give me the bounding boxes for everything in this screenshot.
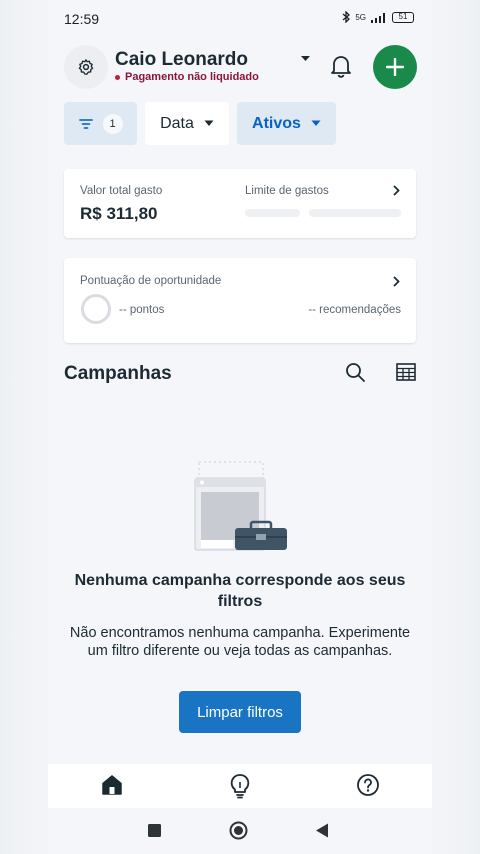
total-spent-label: Valor total gasto xyxy=(80,185,163,197)
bottom-tab-bar xyxy=(48,764,432,808)
spend-summary-card[interactable]: Valor total gasto R$ 311,80 Limite de ga… xyxy=(64,169,416,238)
recent-apps-icon[interactable] xyxy=(148,824,161,837)
chevron-right-icon xyxy=(393,276,400,287)
network-label: 5G xyxy=(355,12,366,22)
account-status-text: Pagamento não liquidado xyxy=(125,71,259,83)
status-filter-dropdown[interactable]: Ativos xyxy=(237,102,336,145)
empty-state-description: Não encontramos nenhuma campanha. Experi… xyxy=(69,625,411,659)
lightbulb-icon[interactable] xyxy=(228,773,252,799)
chevron-down-icon[interactable] xyxy=(300,55,311,63)
add-button[interactable] xyxy=(373,45,417,89)
warning-dot-icon xyxy=(115,74,120,80)
account-name[interactable]: Caio Leonardo xyxy=(115,49,248,71)
filter-icon xyxy=(78,118,93,129)
plus-icon xyxy=(386,58,404,76)
table-view-icon[interactable] xyxy=(396,363,416,381)
score-ring-icon xyxy=(81,294,111,324)
settings-button[interactable] xyxy=(64,45,108,89)
date-filter-label: Data xyxy=(160,114,194,132)
chevron-right-icon xyxy=(393,185,400,196)
total-spent-value: R$ 311,80 xyxy=(80,204,158,223)
battery-icon: 51 xyxy=(392,11,414,23)
status-time: 12:59 xyxy=(64,11,100,27)
home-icon[interactable] xyxy=(100,773,124,797)
date-filter-dropdown[interactable]: Data xyxy=(145,102,229,145)
system-navigation-bar xyxy=(48,808,432,854)
signal-icon xyxy=(371,12,385,23)
status-filter-label: Ativos xyxy=(252,114,301,132)
home-nav-icon[interactable] xyxy=(229,821,248,840)
score-recommendations: -- recomendações xyxy=(308,304,401,316)
bell-icon[interactable] xyxy=(330,54,352,78)
spend-limit-label: Limite de gastos xyxy=(245,185,329,197)
caret-down-icon xyxy=(311,120,321,126)
empty-campaigns-illustration xyxy=(194,461,287,551)
help-icon[interactable] xyxy=(356,773,380,797)
filter-bar: 1 Data Ativos xyxy=(64,102,336,146)
empty-state-title: Nenhuma campanha corresponde aos seus fi… xyxy=(74,572,406,610)
caret-down-icon xyxy=(204,120,214,126)
opportunity-score-title: Pontuação de oportunidade xyxy=(80,275,222,287)
back-icon[interactable] xyxy=(315,823,329,838)
search-icon[interactable] xyxy=(345,362,366,383)
account-status: Pagamento não liquidado xyxy=(115,71,259,83)
clear-filters-button[interactable]: Limpar filtros xyxy=(179,691,301,733)
campaigns-title: Campanhas xyxy=(64,363,172,384)
filter-button[interactable]: 1 xyxy=(64,102,137,145)
status-icons: 5G 51 xyxy=(342,11,414,23)
app-screen: 12:59 5G 51 Caio Leonardo Pagamento não … xyxy=(48,0,432,854)
opportunity-score-card[interactable]: Pontuação de oportunidade -- pontos -- r… xyxy=(64,258,416,343)
bluetooth-icon xyxy=(342,11,351,23)
status-bar: 12:59 5G 51 xyxy=(48,0,432,38)
account-header: Caio Leonardo Pagamento não liquidado xyxy=(64,43,417,89)
score-points: -- pontos xyxy=(119,304,165,316)
gear-icon xyxy=(78,59,94,75)
filter-count-badge: 1 xyxy=(102,113,123,134)
skeleton-placeholder xyxy=(245,209,300,217)
skeleton-placeholder xyxy=(309,209,401,217)
